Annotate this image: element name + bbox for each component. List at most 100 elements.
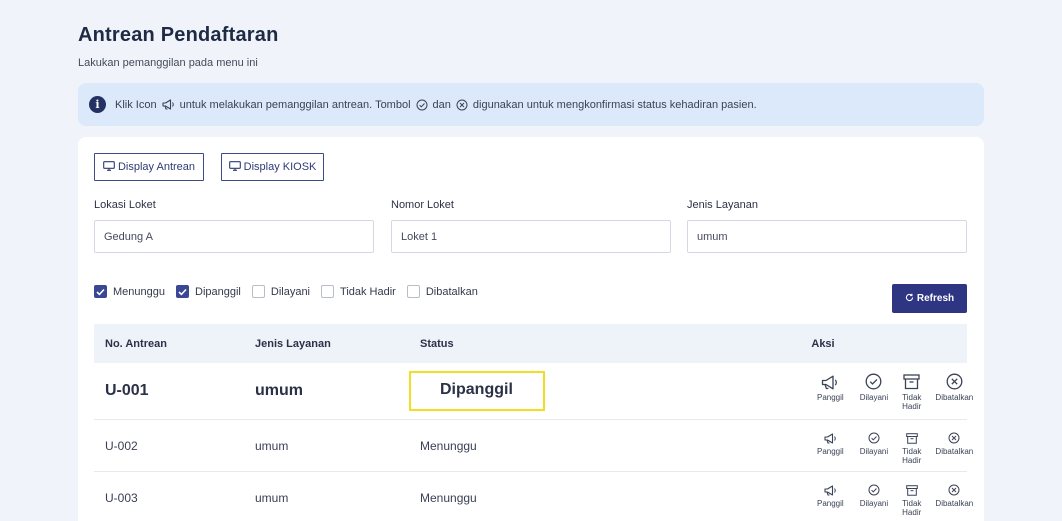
- alert-text-4: digunakan untuk mengkonfirmasi status ke…: [472, 98, 757, 111]
- display-kiosk-button[interactable]: Display KIOSK: [221, 153, 324, 181]
- queue-number: U-003: [105, 490, 138, 505]
- display-kiosk-label: Display KIOSK: [243, 161, 317, 173]
- filter-label: Tidak Hadir: [340, 285, 396, 298]
- row-actions: Panggil Dilayani Tidak Hadir Dibatalkan: [649, 478, 973, 517]
- tidak-hadir-button[interactable]: Tidak Hadir: [902, 372, 921, 411]
- action-label: Dibatalkan: [935, 392, 974, 402]
- check-circle-icon: [868, 426, 880, 444]
- monitor-icon: [228, 160, 241, 174]
- display-antrean-label: Display Antrean: [117, 161, 196, 173]
- checkbox-unchecked-icon[interactable]: [251, 285, 265, 298]
- x-circle-icon: [946, 372, 963, 390]
- action-label: Panggil: [817, 392, 844, 402]
- queue-number: U-001: [105, 382, 149, 399]
- table-header: No. Antrean Jenis Layanan Status Aksi: [94, 324, 967, 363]
- x-circle-icon: [456, 99, 468, 111]
- action-label: Dibatalkan: [935, 499, 974, 508]
- filter-menunggu[interactable]: Menunggu: [94, 285, 165, 298]
- megaphone-icon: [162, 99, 175, 110]
- dilayani-button[interactable]: Dilayani: [860, 426, 888, 465]
- dibatalkan-button[interactable]: Dibatalkan: [935, 426, 973, 465]
- queue-card: Display Antrean Display KIOSK Lokasi Lok…: [78, 137, 984, 521]
- archive-icon: [903, 372, 920, 390]
- display-antrean-button[interactable]: Display Antrean: [94, 153, 204, 181]
- service-type: umum: [255, 382, 303, 399]
- header-no-antrean: No. Antrean: [105, 337, 167, 350]
- status-text: Menunggu: [420, 490, 477, 505]
- page-subtitle: Lakukan pemanggilan pada menu ini: [78, 57, 258, 69]
- alert-text-3: dan: [432, 98, 451, 111]
- tidak-hadir-button[interactable]: Tidak Hadir: [902, 478, 921, 517]
- service-type: umum: [255, 438, 289, 453]
- queue-table: No. Antrean Jenis Layanan Status Aksi U-…: [94, 324, 973, 521]
- check-circle-icon: [416, 99, 428, 111]
- action-label: Panggil: [817, 447, 844, 456]
- service-type: umum: [255, 490, 289, 505]
- dibatalkan-button[interactable]: Dibatalkan: [935, 478, 973, 517]
- checkbox-unchecked-icon[interactable]: [321, 285, 335, 298]
- filter-label: Dibatalkan: [425, 285, 478, 298]
- header-aksi: Aksi: [811, 337, 835, 350]
- action-label: Dibatalkan: [935, 447, 974, 456]
- filter-tidak-hadir[interactable]: Tidak Hadir: [321, 285, 396, 298]
- monitor-icon: [103, 160, 115, 174]
- check-circle-icon: [865, 372, 882, 390]
- checkbox-unchecked-icon[interactable]: [406, 285, 420, 298]
- filter-dilayani[interactable]: Dilayani: [251, 285, 311, 298]
- refresh-icon: [905, 293, 914, 305]
- action-label: Tidak Hadir: [902, 499, 922, 517]
- alert-text-1: Klik Icon: [115, 98, 157, 111]
- header-jenis-layanan: Jenis Layanan: [255, 337, 331, 350]
- filter-label: Dipanggil: [195, 285, 241, 298]
- filter-dibatalkan[interactable]: Dibatalkan: [406, 285, 478, 298]
- table-row: U-001 umum Dipanggil Panggil Dilayani Ti…: [94, 363, 973, 420]
- panggil-button[interactable]: Panggil: [817, 426, 844, 465]
- info-icon: i: [89, 96, 106, 113]
- nomor-loket-field[interactable]: Loket 1: [391, 220, 671, 253]
- action-label: Dilayani: [859, 392, 889, 402]
- action-label: Panggil: [817, 499, 844, 508]
- header-status: Status: [420, 337, 454, 350]
- row-actions: Panggil Dilayani Tidak Hadir Dibatalkan: [649, 372, 973, 411]
- panggil-button[interactable]: Panggil: [817, 372, 844, 411]
- refresh-button[interactable]: Refresh: [892, 284, 967, 313]
- status-highlight: Dipanggil: [409, 371, 545, 411]
- status-text: Menunggu: [420, 438, 477, 453]
- info-alert: i Klik Icon untuk melakukan pemanggilan …: [78, 83, 984, 126]
- lokasi-loket-field[interactable]: Gedung A: [94, 220, 374, 253]
- dibatalkan-button[interactable]: Dibatalkan: [935, 372, 973, 411]
- lokasi-loket-label: Lokasi Loket: [94, 199, 156, 211]
- jenis-layanan-field[interactable]: umum: [687, 220, 967, 253]
- filter-label: Dilayani: [270, 285, 311, 298]
- action-label: Dilayani: [859, 499, 889, 508]
- megaphone-icon: [824, 478, 837, 496]
- jenis-layanan-label: Jenis Layanan: [687, 199, 758, 211]
- status-filters: Menunggu Dipanggil Dilayani Tidak Hadir …: [94, 285, 489, 298]
- table-row: U-003 umum Menunggu Panggil Dilayani Tid…: [94, 472, 973, 521]
- x-circle-icon: [948, 478, 960, 496]
- panggil-button[interactable]: Panggil: [817, 478, 844, 517]
- action-label: Dilayani: [859, 447, 889, 456]
- tidak-hadir-button[interactable]: Tidak Hadir: [902, 426, 921, 465]
- filter-dipanggil[interactable]: Dipanggil: [176, 285, 241, 298]
- megaphone-icon: [824, 426, 837, 444]
- queue-number: U-002: [105, 438, 138, 453]
- refresh-label: Refresh: [916, 293, 955, 304]
- archive-icon: [905, 426, 918, 444]
- filter-label: Menunggu: [113, 285, 165, 298]
- checkbox-checked-icon[interactable]: [94, 285, 107, 298]
- dilayani-button[interactable]: Dilayani: [860, 372, 888, 411]
- checkbox-checked-icon[interactable]: [176, 285, 189, 298]
- action-label: Tidak Hadir: [902, 447, 922, 465]
- row-actions: Panggil Dilayani Tidak Hadir Dibatalkan: [649, 426, 973, 465]
- nomor-loket-label: Nomor Loket: [391, 199, 454, 211]
- archive-icon: [905, 478, 918, 496]
- page-title: Antrean Pendaftaran: [78, 24, 279, 46]
- action-label: Tidak Hadir: [902, 392, 922, 411]
- megaphone-icon: [821, 372, 839, 390]
- check-circle-icon: [868, 478, 880, 496]
- x-circle-icon: [948, 426, 960, 444]
- table-row: U-002 umum Menunggu Panggil Dilayani Tid…: [94, 420, 973, 472]
- alert-text-2: untuk melakukan pemanggilan antrean. Tom…: [179, 98, 411, 111]
- dilayani-button[interactable]: Dilayani: [860, 478, 888, 517]
